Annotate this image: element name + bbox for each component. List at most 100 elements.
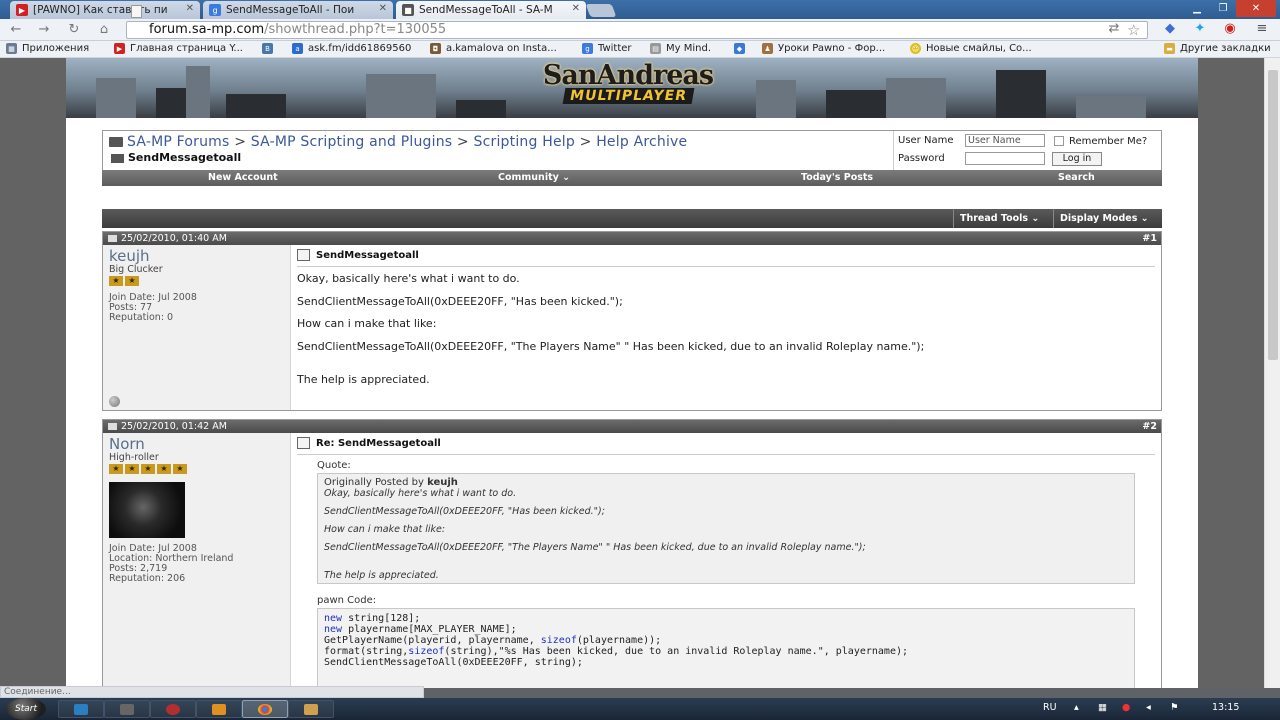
quote-text: How can i make that like: [324,524,446,535]
thread-tools-button[interactable]: Thread Tools ⌄ [953,209,1045,228]
bookmark-unnamed[interactable]: ◆ [734,43,750,54]
display-modes-button[interactable]: Display Modes ⌄ [1053,209,1155,228]
translate-icon[interactable]: ⇄ [1104,21,1124,39]
maximize-icon[interactable]: ❐ [1210,0,1236,17]
clock[interactable]: 13:15 [1212,702,1239,713]
breadcrumb-link[interactable]: Help Archive [596,134,687,150]
quote-attribution: Originally Posted by keujh [324,477,1128,488]
taskbar-item-player[interactable] [150,700,196,718]
code-keyword: sizeof [540,635,577,646]
menu-search[interactable]: Search [1058,172,1095,183]
extension-icon[interactable]: ◆ [1160,21,1180,39]
code-box[interactable]: new string[128]; new playername[MAX_PLAY… [317,608,1135,688]
youtube-icon: ▶ [16,4,28,16]
bookmark-vk[interactable]: В [262,43,278,54]
code-keyword: new [324,624,343,635]
bookmark-youtube[interactable]: ▶ Главная страница Y... [114,43,243,54]
taskbar-item-app[interactable] [104,700,150,718]
breadcrumb-separator: > [579,134,592,150]
menu-new-account[interactable]: New Account [208,172,278,183]
remember-checkbox[interactable] [1054,136,1064,146]
avatar[interactable] [109,482,185,538]
taskbar-item-pawno[interactable] [288,700,334,718]
quote-by-prefix: Originally Posted by [324,477,424,488]
close-icon[interactable]: ✕ [186,3,194,14]
login-button[interactable]: Log in [1052,152,1102,166]
bookmark-smiles[interactable]: ☺ Новые смайлы, Со... [910,43,1032,54]
breadcrumb-link[interactable]: SA-MP Scripting and Plugins [251,134,452,150]
quote-text: SendClientMessageToAll(0xDEEE20FF, "The … [324,542,866,553]
bookmark-star-icon[interactable]: ☆ [1127,21,1140,39]
forward-icon[interactable]: → [36,22,52,38]
bookmark-label: ask.fm/idd61869560 [308,43,412,54]
breadcrumb-link[interactable]: SA-MP Forums [127,134,230,150]
code-keyword: sizeof [408,646,445,657]
menu-community[interactable]: Community ⌄ [498,172,570,183]
post-title-text: Re: SendMessagetoall [316,438,441,449]
back-icon[interactable]: ← [8,22,24,38]
rank-star-icon: ★ [125,464,139,474]
start-button[interactable]: Start [6,698,46,720]
user-title: Big Clucker [109,264,163,275]
status-bubble: Соединение... [0,686,424,698]
samp-logo[interactable]: SanAndreas MULTIPLAYER [538,62,718,114]
quote-author[interactable]: keujh [427,477,458,488]
username-label: User Name [898,135,954,146]
bookmark-twitter[interactable]: g Twitter [582,43,632,54]
bookmark-label: My Mind. [666,43,711,54]
tray-volume-icon[interactable]: ◂ [1146,702,1151,713]
new-tab-button[interactable] [585,4,617,17]
taskbar-item-chrome[interactable] [242,700,288,718]
twitter-icon[interactable]: ✦ [1190,21,1210,39]
bookmark-apps[interactable]: ▦ Приложения [6,43,89,54]
breadcrumb-link[interactable]: Scripting Help [474,134,575,150]
page-gutter-left [0,58,66,688]
tray-arrow-icon[interactable]: ▴ [1074,702,1079,713]
forum-home-icon[interactable] [109,137,123,147]
close-icon[interactable]: ✕ [572,3,580,14]
menu-icon[interactable]: ≡ [1252,21,1272,39]
tray-network-icon[interactable]: ▦ [1098,702,1107,713]
post-date: 25/02/2010, 01:42 AM [121,421,227,432]
bookmark-other[interactable]: ▬ Другие закладки [1164,43,1271,54]
username-link[interactable]: Norn [109,435,284,453]
home-icon[interactable]: ⌂ [96,22,112,38]
tab-pawno[interactable]: ▶ [PAWNO] Как ставить пи ✕ [10,1,200,19]
code-line: playername[MAX_PLAYER_NAME]; [342,624,517,635]
password-input[interactable] [965,152,1045,165]
chrome-icon [258,704,272,715]
page-title: SendMessagetoall [111,151,241,164]
bookmark-askfm[interactable]: a ask.fm/idd61869560 [292,43,411,54]
close-window-icon[interactable]: ✕ [1236,0,1276,17]
post-body: Re: SendMessagetoall Quote: Originally P… [291,433,1161,688]
username-input[interactable] [965,134,1045,147]
minimize-icon[interactable]: ▁ [1184,0,1210,17]
tab-samp[interactable]: ■ SendMessageToAll - SA-M ✕ [396,1,586,19]
app-icon [120,704,134,715]
address-bar[interactable]: forum.sa-mp.com/showthread.php?t=130055 [126,21,1148,39]
offline-status-icon [109,396,120,407]
language-indicator[interactable]: RU [1043,702,1057,713]
scrollbar-thumb[interactable] [1268,70,1278,360]
username-link[interactable]: keujh [109,247,284,265]
rank-star-icon: ★ [173,464,187,474]
menu-todays-posts[interactable]: Today's Posts [801,172,873,183]
code-line: GetPlayerName(playerid, playername, [324,635,541,646]
google-icon: g [582,43,593,54]
vertical-scrollbar[interactable] [1264,58,1280,688]
tray-record-icon[interactable]: ● [1122,702,1130,713]
tray-flag-icon[interactable]: ⚑ [1170,702,1179,713]
post-number[interactable]: #1 [1142,232,1157,245]
bookmark-mymind[interactable]: ▤ My Mind. [650,43,711,54]
post-1: 25/02/2010, 01:40 AM #1 keujh Big Clucke… [102,231,1162,411]
post-number[interactable]: #2 [1142,420,1157,433]
tab-google[interactable]: g SendMessageToAll - Пои ✕ [203,1,393,19]
close-icon[interactable]: ✕ [379,3,387,14]
opera-icon[interactable]: ◉ [1220,21,1240,39]
taskbar-item-recorder[interactable] [196,700,242,718]
reload-icon[interactable]: ↻ [66,22,82,38]
bookmark-pawno[interactable]: ♟ Уроки Pawno - Фор... [762,43,885,54]
taskbar-item-explorer[interactable] [58,700,104,718]
tab-strip: ▶ [PAWNO] Как ставить пи ✕ g SendMessage… [0,0,1280,19]
bookmark-instagram[interactable]: ◘ a.kamalova on Insta... [430,43,557,54]
